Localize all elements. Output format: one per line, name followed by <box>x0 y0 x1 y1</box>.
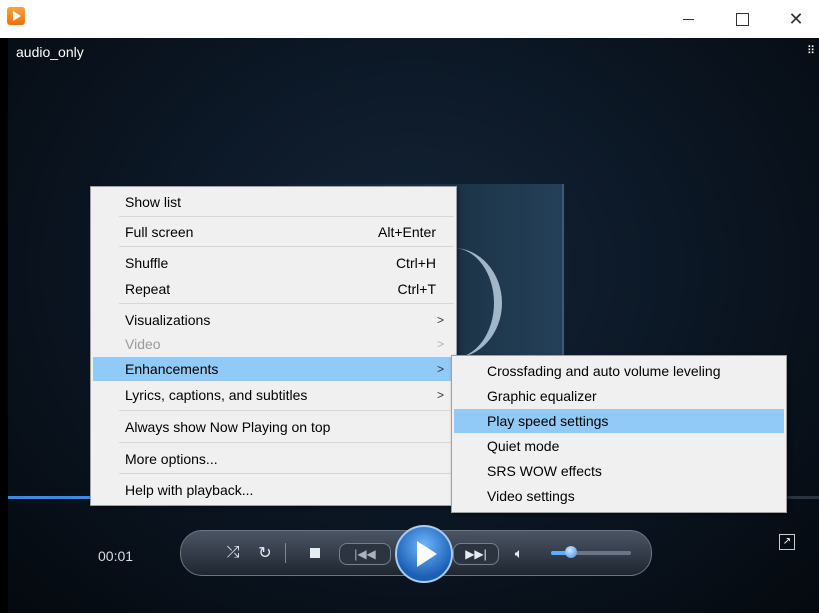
switch-to-library-icon[interactable]: ⠿ <box>807 46 817 57</box>
maximize-icon <box>735 12 749 26</box>
minimize-icon <box>682 18 694 20</box>
next-icon: ▶▶| <box>465 547 487 561</box>
play-icon <box>417 541 437 567</box>
control-divider <box>285 543 286 563</box>
switch-to-compact-mode-icon[interactable]: ↗ <box>779 534 795 550</box>
menu-item-visualizations[interactable]: Visualizations > <box>93 308 454 332</box>
play-button[interactable] <box>395 525 453 583</box>
menu-item-video: Video > <box>125 336 444 352</box>
elapsed-time: 00:01 <box>98 548 134 564</box>
context-menu: Show list Full screen Alt+Enter Shuffle … <box>90 186 457 506</box>
submenu-item-graphic-equalizer[interactable]: Graphic equalizer <box>454 384 784 408</box>
menu-item-lyrics-captions[interactable]: Lyrics, captions, and subtitles > <box>93 383 454 407</box>
next-button[interactable]: ▶▶| <box>453 543 499 565</box>
title-bar: ✕ <box>0 0 819 38</box>
menu-item-more-options[interactable]: More options... <box>93 447 454 471</box>
menu-item-always-on-top[interactable]: Always show Now Playing on top <box>93 415 454 439</box>
close-button[interactable]: ✕ <box>773 0 819 38</box>
media-player-icon[interactable] <box>7 7 25 25</box>
shuffle-icon[interactable]: ⤮ <box>221 541 245 565</box>
menu-divider <box>119 410 454 411</box>
menu-item-show-list[interactable]: Show list <box>93 190 454 214</box>
stop-button[interactable] <box>303 541 327 565</box>
submenu-item-srs-wow[interactable]: SRS WOW effects <box>454 459 784 483</box>
submenu-item-play-speed[interactable]: Play speed settings <box>454 409 784 433</box>
menu-item-enhancements[interactable]: Enhancements > <box>93 357 454 381</box>
enhancements-submenu: Crossfading and auto volume leveling Gra… <box>451 355 787 513</box>
playback-controls: ⤮ ↻ |◀◀ ▶▶| 🔈︎ <box>180 525 652 583</box>
media-title: audio_only <box>16 44 84 60</box>
submenu-item-crossfading[interactable]: Crossfading and auto volume leveling <box>454 359 784 383</box>
repeat-icon[interactable]: ↻ <box>253 541 277 565</box>
menu-item-repeat[interactable]: Repeat Ctrl+T <box>93 277 454 301</box>
menu-item-help-playback[interactable]: Help with playback... <box>93 478 454 502</box>
chevron-right-icon: > <box>436 362 444 376</box>
volume-icon[interactable]: 🔈︎ <box>507 541 531 565</box>
seek-progress <box>8 496 98 499</box>
close-icon: ✕ <box>788 8 804 30</box>
previous-button[interactable]: |◀◀ <box>339 543 391 565</box>
menu-divider <box>119 246 454 247</box>
volume-slider[interactable] <box>551 546 631 558</box>
menu-item-shuffle[interactable]: Shuffle Ctrl+H <box>93 251 454 275</box>
minimize-button[interactable] <box>665 0 711 38</box>
stop-icon <box>310 548 320 558</box>
menu-item-full-screen[interactable]: Full screen Alt+Enter <box>93 220 454 244</box>
chevron-right-icon: > <box>436 337 444 351</box>
previous-icon: |◀◀ <box>354 547 376 561</box>
volume-knob[interactable] <box>565 546 577 558</box>
submenu-item-quiet-mode[interactable]: Quiet mode <box>454 434 784 458</box>
menu-divider <box>119 303 454 304</box>
chevron-right-icon: > <box>436 313 444 327</box>
menu-divider <box>119 216 454 217</box>
menu-divider <box>119 473 454 474</box>
chevron-right-icon: > <box>436 388 444 402</box>
submenu-item-video-settings[interactable]: Video settings <box>454 484 784 508</box>
maximize-button[interactable] <box>719 0 765 38</box>
menu-divider <box>119 442 454 443</box>
